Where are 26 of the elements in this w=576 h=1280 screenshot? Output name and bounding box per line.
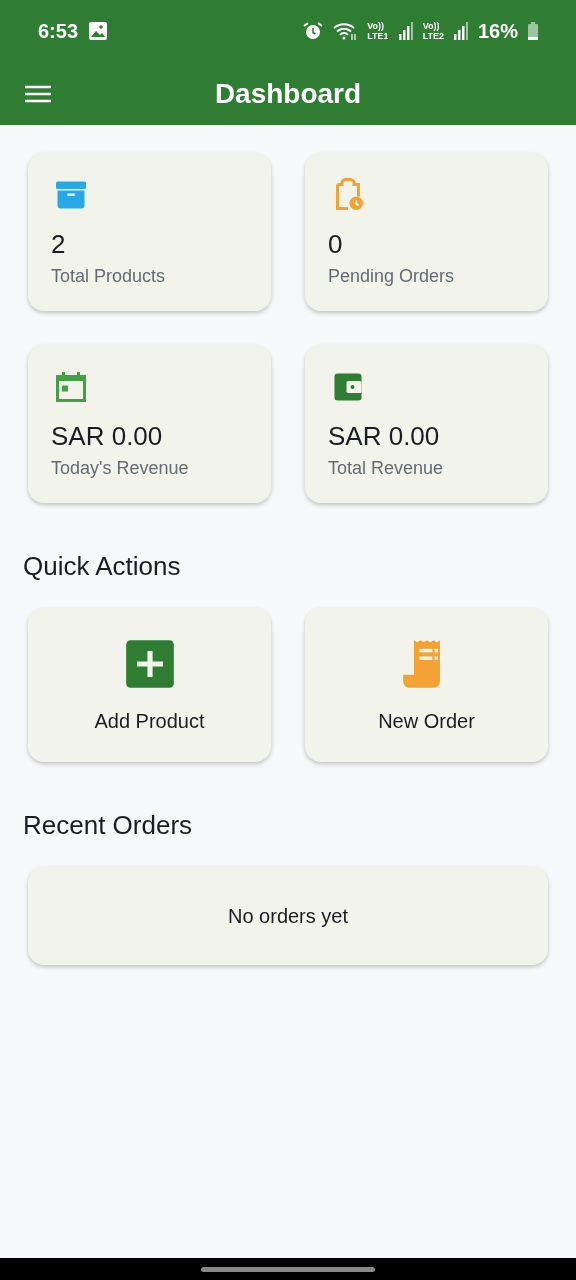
action-button[interactable]: New Order bbox=[305, 608, 548, 762]
alarm-clock-icon bbox=[303, 21, 324, 41]
signal-icon bbox=[398, 22, 413, 40]
battery-icon bbox=[528, 22, 538, 40]
image-icon bbox=[88, 21, 109, 41]
battery-percent: 16% bbox=[477, 19, 518, 43]
stat-value: SAR 0.00 bbox=[328, 421, 441, 452]
stat-label: Total Revenue bbox=[328, 458, 445, 479]
signal-icon bbox=[453, 22, 468, 40]
sim-label: Vo)) LTE2 bbox=[422, 21, 444, 41]
empty-orders-card: No orders yet bbox=[28, 867, 548, 965]
wifi-icon bbox=[333, 21, 358, 41]
sim-label: Vo)) LTE1 bbox=[367, 21, 389, 41]
action-button[interactable]: Add Product bbox=[28, 608, 271, 762]
stat-value: SAR 0.00 bbox=[51, 421, 164, 452]
stat-label: Today's Revenue bbox=[51, 458, 190, 479]
stat-value: 0 bbox=[328, 229, 344, 260]
home-handle[interactable] bbox=[201, 1266, 375, 1272]
section-title: Recent Orders bbox=[23, 810, 194, 841]
menu-icon[interactable] bbox=[24, 83, 52, 104]
stat-value: 2 bbox=[51, 229, 67, 260]
stat-label: Total Products bbox=[51, 266, 167, 287]
section-title: Quick Actions bbox=[23, 551, 182, 582]
stat-label: Pending Orders bbox=[328, 266, 456, 287]
app-title: Dashboard bbox=[213, 77, 363, 110]
status-time: 6:53 bbox=[38, 19, 79, 43]
